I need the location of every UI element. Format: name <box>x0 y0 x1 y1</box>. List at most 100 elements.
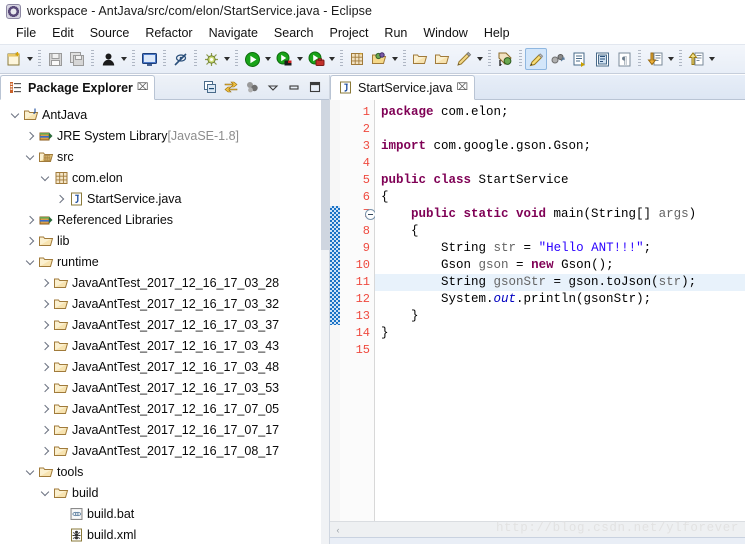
toggle-block-selection-icon[interactable] <box>591 47 613 71</box>
project-tree[interactable]: AntJava JRE System Library [JavaSE-1.8] sr… <box>0 100 329 544</box>
minimize-view-icon[interactable] <box>285 78 303 96</box>
horizontal-scrollbar[interactable]: ‹ http://blog.csdn.net/ylforever <box>330 521 745 537</box>
code-line[interactable]: { <box>381 223 419 240</box>
chevron-right-icon[interactable] <box>38 377 52 398</box>
chevron-down-icon[interactable] <box>23 251 37 272</box>
open-type-dropdown[interactable] <box>390 47 400 71</box>
chevron-right-icon[interactable] <box>38 314 52 335</box>
chevron-right-icon[interactable] <box>23 209 37 230</box>
chevron-down-icon[interactable] <box>23 461 37 482</box>
menu-help[interactable]: Help <box>476 24 518 42</box>
menu-search[interactable]: Search <box>266 24 322 42</box>
chevron-down-icon[interactable] <box>23 146 37 167</box>
tree-item[interactable]: JRE System Library [JavaSE-1.8] <box>0 125 329 146</box>
tree-item[interactable]: build <box>0 482 329 503</box>
tab-startservice-java[interactable]: StartService.java ⌧ <box>330 75 476 100</box>
tree-item[interactable]: tools <box>0 461 329 482</box>
edit-pencil-icon[interactable] <box>453 47 475 71</box>
open-type-icon[interactable] <box>368 47 390 71</box>
tree-item[interactable]: com.elon <box>0 167 329 188</box>
debug-dropdown[interactable] <box>222 47 232 71</box>
tree-item[interactable]: lib <box>0 230 329 251</box>
link-with-editor-icon[interactable] <box>222 78 240 96</box>
skip-breakpoints-dropdown[interactable] <box>119 47 129 71</box>
tree-item[interactable]: AntJava <box>0 104 329 125</box>
tree-item[interactable]: JavaAntTest_2017_12_16_17_03_53 <box>0 377 329 398</box>
chevron-right-icon[interactable] <box>38 419 52 440</box>
tree-item[interactable]: JavaAntTest_2017_12_16_17_07_17 <box>0 419 329 440</box>
menu-edit[interactable]: Edit <box>44 24 82 42</box>
annotation-brush-icon[interactable] <box>525 48 547 70</box>
code-line[interactable]: System.out.println(gsonStr); <box>381 291 651 308</box>
chevron-down-icon[interactable] <box>8 104 22 125</box>
chevron-right-icon[interactable] <box>38 398 52 419</box>
new-java-class-icon[interactable] <box>138 47 160 71</box>
link-objects-icon[interactable] <box>547 47 569 71</box>
tree-item[interactable]: JavaAntTest_2017_12_16_17_08_17 <box>0 440 329 461</box>
search-tag-icon[interactable] <box>494 47 516 71</box>
tree-item[interactable]: JavaAntTest_2017_12_16_17_03_28 <box>0 272 329 293</box>
show-whitespace-icon[interactable]: ¶ <box>613 47 635 71</box>
close-icon[interactable]: ⌧ <box>456 82 468 93</box>
menu-source[interactable]: Source <box>82 24 138 42</box>
code-line[interactable]: public static void main(String[] args) <box>381 206 696 223</box>
run-coverage-icon[interactable] <box>305 47 327 71</box>
scrollbar-thumb[interactable] <box>321 100 329 250</box>
tree-item[interactable]: build.bat <box>0 503 329 524</box>
tree-item[interactable]: build.xml <box>0 524 329 544</box>
save-icon[interactable] <box>44 47 66 71</box>
view-menu-icon[interactable] <box>264 78 282 96</box>
code-line[interactable]: { <box>381 189 389 206</box>
edit-pencil-dropdown[interactable] <box>475 47 485 71</box>
menu-navigate[interactable]: Navigate <box>201 24 266 42</box>
tab-package-explorer[interactable]: Package Explorer ⌧ <box>0 75 156 100</box>
previous-annotation-icon[interactable] <box>685 47 707 71</box>
tree-item[interactable]: JavaAntTest_2017_12_16_17_07_05 <box>0 398 329 419</box>
code-line[interactable]: package com.elon; <box>381 104 509 121</box>
chevron-right-icon[interactable] <box>38 356 52 377</box>
code-line[interactable]: public class StartService <box>381 172 569 189</box>
open-task-icon[interactable] <box>409 47 431 71</box>
tree-item[interactable]: JavaAntTest_2017_12_16_17_03_37 <box>0 314 329 335</box>
tree-item[interactable]: src <box>0 146 329 167</box>
chevron-right-icon[interactable] <box>38 272 52 293</box>
tree-item[interactable]: runtime <box>0 251 329 272</box>
chevron-right-icon[interactable] <box>38 293 52 314</box>
new-wizard-icon[interactable] <box>3 47 25 71</box>
menu-run[interactable]: Run <box>376 24 415 42</box>
focus-on-active-task-icon[interactable] <box>243 78 261 96</box>
tree-item[interactable]: JavaAntTest_2017_12_16_17_03_32 <box>0 293 329 314</box>
tree-item[interactable]: JavaAntTest_2017_12_16_17_03_48 <box>0 356 329 377</box>
next-annotation-icon[interactable] <box>644 47 666 71</box>
overview-ruler-left[interactable] <box>330 100 340 521</box>
tree-item[interactable]: JavaAntTest_2017_12_16_17_03_43 <box>0 335 329 356</box>
menu-file[interactable]: File <box>8 24 44 42</box>
tree-item[interactable]: StartService.java <box>0 188 329 209</box>
save-all-icon[interactable] <box>66 47 88 71</box>
code-line[interactable]: String gsonStr = gson.toJson(str); <box>381 274 696 291</box>
chevron-right-icon[interactable] <box>53 188 67 209</box>
code-line[interactable]: Gson gson = new Gson(); <box>381 257 614 274</box>
chevron-down-icon[interactable] <box>38 167 52 188</box>
next-edit-icon[interactable] <box>569 47 591 71</box>
chevron-down-icon[interactable] <box>38 482 52 503</box>
text-editor[interactable]: 123456789101112131415 package com.elon;i… <box>330 100 745 521</box>
next-annotation-dropdown[interactable] <box>666 47 676 71</box>
code-line[interactable]: } <box>381 325 389 342</box>
code-line[interactable]: } <box>381 308 419 325</box>
debug-icon[interactable] <box>200 47 222 71</box>
explorer-vertical-scrollbar[interactable] <box>321 100 329 544</box>
tree-item[interactable]: Referenced Libraries <box>0 209 329 230</box>
maximize-view-icon[interactable] <box>306 78 324 96</box>
close-icon[interactable]: ⌧ <box>137 82 149 93</box>
line-number-ruler[interactable]: 123456789101112131415 <box>340 100 376 521</box>
menu-project[interactable]: Project <box>322 24 377 42</box>
new-package-icon[interactable] <box>346 47 368 71</box>
scroll-left-icon[interactable]: ‹ <box>330 522 346 537</box>
open-folder-icon[interactable] <box>431 47 453 71</box>
code-line[interactable]: String str = "Hello ANT!!!"; <box>381 240 651 257</box>
run-coverage-dropdown[interactable] <box>327 47 337 71</box>
chevron-right-icon[interactable] <box>23 125 37 146</box>
previous-annotation-dropdown[interactable] <box>707 47 717 71</box>
remove-breakpoint-icon[interactable] <box>169 47 191 71</box>
